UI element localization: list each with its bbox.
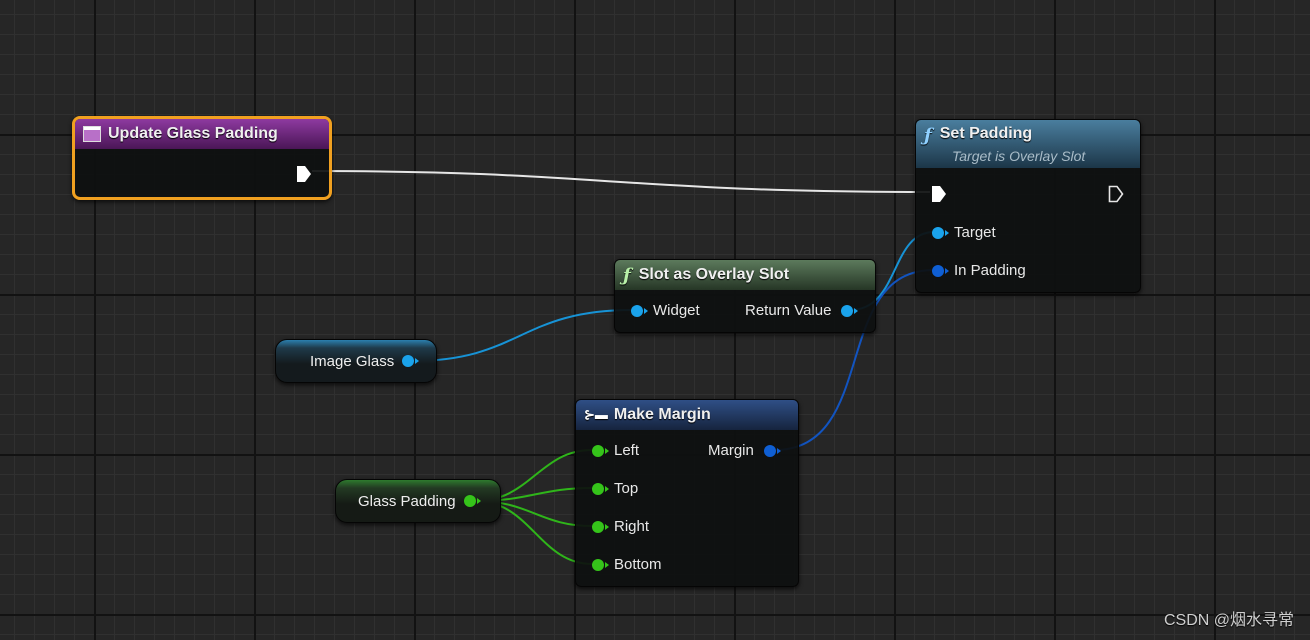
right-pin-row[interactable]: Right (592, 518, 649, 535)
top-pin-row[interactable]: Top (592, 480, 638, 497)
slot-as-overlay-header: ƒ Slot as Overlay Slot (615, 260, 875, 290)
bottom-pin-row[interactable]: Bottom (592, 556, 662, 573)
in-padding-label: In Padding (954, 262, 1026, 279)
right-pin[interactable] (592, 520, 609, 533)
variable-node-image-glass[interactable]: Image Glass (275, 339, 437, 383)
struct-node-make-margin[interactable]: ⊱▬ Make Margin Left Top Right Bottom Mar… (575, 399, 799, 587)
right-label: Right (614, 518, 650, 535)
in-padding-pin[interactable] (932, 264, 949, 277)
top-label: Top (614, 480, 639, 497)
function-node-set-padding[interactable]: ƒ Set Padding Target is Overlay Slot Tar… (915, 119, 1141, 293)
image-glass-pin[interactable] (402, 355, 420, 367)
event-node-title: Update Glass Padding (108, 125, 278, 142)
glass-padding-label: Glass Padding (358, 492, 456, 510)
watermark: CSDN @烟水寻常 (1163, 612, 1294, 629)
exec-out-pin[interactable] (1108, 185, 1124, 203)
glass-padding-pin[interactable] (463, 495, 481, 507)
left-pin[interactable] (592, 444, 609, 457)
image-glass-label: Image Glass (310, 352, 395, 370)
return-value-pin[interactable] (841, 304, 859, 317)
exec-wire[interactable] (311, 170, 931, 193)
exec-out-pin[interactable] (296, 165, 312, 183)
exec-in-pin[interactable] (931, 185, 947, 203)
make-margin-header: ⊱▬ Make Margin (576, 400, 798, 430)
variable-node-glass-padding[interactable]: Glass Padding (335, 479, 501, 523)
event-icon (83, 126, 101, 142)
return-value-pin-row[interactable]: Return Value (745, 302, 859, 319)
bottom-label: Bottom (614, 556, 662, 573)
target-pin-row[interactable]: Target (932, 224, 996, 241)
margin-pin[interactable] (763, 444, 781, 457)
function-node-slot-as-overlay-slot[interactable]: ƒ Slot as Overlay Slot Widget Return Val… (614, 259, 876, 333)
slot-as-overlay-title: Slot as Overlay Slot (638, 266, 790, 283)
return-value-label: Return Value (745, 302, 832, 319)
target-label: Target (954, 224, 996, 241)
top-pin[interactable] (592, 482, 609, 495)
target-pin[interactable] (932, 226, 949, 239)
margin-pin-row[interactable]: Margin (708, 442, 781, 459)
in-padding-pin-row[interactable]: In Padding (932, 262, 1026, 279)
set-padding-title: Set Padding (939, 125, 1033, 142)
left-label: Left (614, 442, 640, 459)
widget-pin[interactable] (631, 304, 648, 317)
left-pin-row[interactable]: Left (592, 442, 639, 459)
event-node-header: Update Glass Padding (75, 119, 329, 149)
set-padding-subtitle: Target is Overlay Slot (952, 148, 1086, 164)
image-to-widget-wire[interactable] (411, 309, 633, 362)
margin-label: Margin (708, 442, 754, 459)
function-icon: ƒ (623, 264, 631, 286)
function-icon: ƒ (924, 125, 932, 146)
bottom-pin[interactable] (592, 558, 609, 571)
widget-pin-row[interactable]: Widget (631, 302, 700, 319)
make-struct-icon: ⊱▬ (584, 407, 608, 422)
event-node-update-glass-padding[interactable]: Update Glass Padding (72, 116, 332, 200)
widget-label: Widget (653, 302, 700, 319)
make-margin-title: Make Margin (613, 406, 711, 423)
